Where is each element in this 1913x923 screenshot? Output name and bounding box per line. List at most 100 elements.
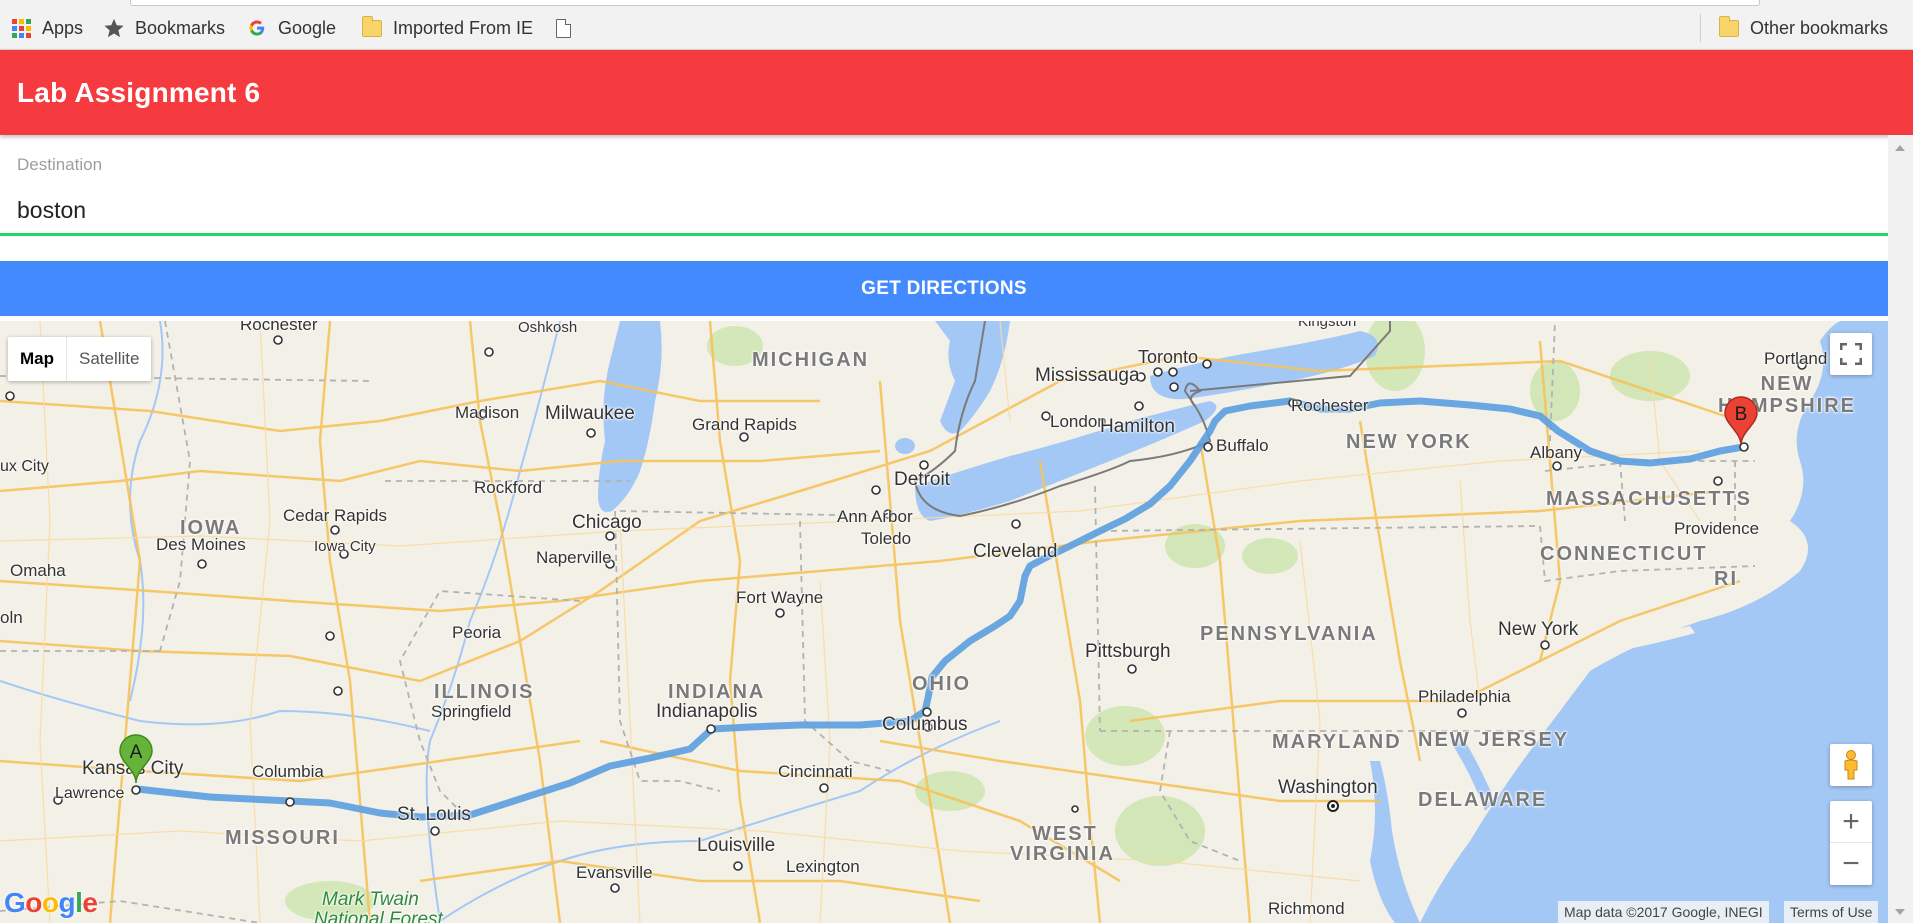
map-label: Cedar Rapids	[283, 506, 387, 525]
zoom-in-button[interactable]: +	[1830, 801, 1872, 843]
bookmark-other-bookmarks[interactable]: Other bookmarks	[1718, 15, 1889, 40]
bookmark-page[interactable]	[552, 16, 584, 40]
map-label: Rochester	[240, 321, 318, 334]
map-label: Cincinnati	[778, 762, 853, 781]
map-label: Lexington	[786, 857, 860, 876]
map-label: CONNECTICUT	[1540, 543, 1708, 565]
map-label: ILLINOIS	[434, 681, 535, 703]
map-label: Richmond	[1268, 899, 1345, 918]
google-g-icon	[246, 17, 268, 39]
map-label: Philadelphia	[1418, 687, 1511, 706]
bookmark-label: Bookmarks	[135, 17, 226, 38]
marker-letter: A	[129, 742, 143, 763]
map-label: Springfield	[431, 702, 512, 721]
map-label: London	[1050, 412, 1107, 431]
map-label: VIRGINIA	[1010, 843, 1115, 865]
map-label: New York	[1498, 619, 1579, 640]
destination-label: Destination	[17, 155, 103, 174]
map-label: RI	[1714, 568, 1738, 590]
bookmark-bookmarks[interactable]: Bookmarks	[103, 16, 225, 40]
bookmark-label: Apps	[42, 17, 84, 38]
end-marker[interactable]: B	[1724, 396, 1758, 446]
start-marker[interactable]: A	[119, 734, 153, 784]
bookmarks-separator	[1700, 14, 1701, 42]
fullscreen-button[interactable]	[1830, 333, 1872, 375]
map-label: Albany	[1530, 443, 1582, 462]
address-bar-edge[interactable]	[130, 0, 1760, 6]
map-label: Milwaukee	[545, 403, 635, 424]
map-label: Grand Rapids	[692, 415, 797, 434]
map-label: Oshkosh	[518, 321, 578, 336]
map-label: NEW JERSEY	[1418, 729, 1570, 751]
map-label: Toledo	[861, 529, 912, 548]
map-label: Cleveland	[973, 541, 1058, 562]
scroll-up-icon[interactable]	[1895, 145, 1905, 151]
bookmark-apps[interactable]: Apps	[10, 16, 83, 40]
map-label: MISSOURI	[225, 827, 340, 849]
map-label: Fort Wayne	[736, 588, 824, 607]
marker-letter: B	[1734, 404, 1748, 425]
map-label: Mississauga	[1035, 365, 1140, 386]
map-label: Columbia	[252, 762, 324, 781]
pegman-icon	[1844, 750, 1858, 780]
map-label: PENNSYLVANIA	[1200, 623, 1378, 645]
map-label: Providence	[1674, 519, 1760, 538]
map-label: DELAWARE	[1418, 789, 1548, 811]
google-logo[interactable]: Google	[4, 887, 98, 919]
get-directions-button[interactable]: GET DIRECTIONS	[0, 261, 1888, 316]
map-label: Des Moines	[156, 535, 246, 554]
map-label: Washington	[1278, 777, 1378, 798]
map-label: Hamilton	[1100, 416, 1175, 437]
folder-icon	[1718, 15, 1740, 39]
street-view-button[interactable]	[1830, 744, 1872, 786]
map-label: St. Louis	[397, 804, 471, 825]
bookmark-imported-from-ie[interactable]: Imported From IE	[361, 15, 533, 40]
map-attribution: Map data ©2017 Google, INEGI	[1558, 901, 1769, 923]
destination-input[interactable]	[0, 188, 1888, 236]
map-label: ux City	[0, 458, 49, 475]
map-label: Iowa City	[314, 538, 376, 555]
folder-icon	[361, 15, 383, 39]
page-scrollbar[interactable]	[1888, 135, 1913, 923]
map-label: OHIO	[912, 673, 972, 695]
map-label: Naperville	[536, 548, 612, 567]
map-label: Columbus	[882, 714, 968, 735]
map-label: Lawrence	[55, 785, 125, 802]
scroll-down-icon[interactable]	[1895, 909, 1905, 915]
bookmarks-bar: Apps Bookmarks Google Imported From IE O…	[0, 0, 1913, 50]
map-label: Buffalo	[1216, 436, 1269, 455]
map-type-control: Map Satellite	[8, 337, 152, 381]
map-type-satellite-button[interactable]: Satellite	[67, 337, 151, 381]
map-label: Louisville	[697, 835, 776, 856]
map-label: MICHIGAN	[752, 349, 870, 371]
map-label: Detroit	[894, 469, 950, 490]
map-label: Peoria	[452, 623, 502, 642]
map-label: Kingston	[1298, 321, 1357, 330]
star-icon	[103, 17, 125, 39]
map-label: Rochester	[1291, 396, 1369, 415]
page-icon	[552, 17, 574, 39]
map-label: National Forest	[314, 909, 443, 923]
zoom-out-button[interactable]: −	[1830, 843, 1872, 885]
bookmark-google[interactable]: Google	[246, 16, 336, 40]
map-label: Toronto	[1138, 347, 1199, 367]
map-label: MARYLAND	[1272, 731, 1402, 753]
map-label: Pittsburgh	[1085, 641, 1171, 662]
map-label: Portland	[1764, 349, 1828, 368]
bookmark-label: Google	[278, 17, 337, 38]
terms-of-use-link[interactable]: Terms of Use	[1784, 901, 1879, 923]
page-title: Lab Assignment 6	[17, 77, 261, 108]
map-view[interactable]: Rochester Oshkosh MICHIGAN Kingston Toro…	[0, 321, 1888, 923]
map-label: MASSACHUSETTS	[1546, 488, 1753, 510]
map-label: Ann Arbor	[837, 507, 913, 526]
app-header: Lab Assignment 6	[0, 50, 1913, 135]
bookmark-label: Other bookmarks	[1750, 17, 1889, 38]
map-label: Indianapolis	[656, 701, 758, 722]
map-label: NEW YORK	[1346, 431, 1472, 453]
map-label: Madison	[455, 403, 520, 422]
map-label: Omaha	[10, 561, 66, 580]
map-type-map-button[interactable]: Map	[8, 337, 67, 381]
map-label: Evansville	[576, 863, 653, 882]
map-label: Mark Twain	[322, 889, 419, 910]
zoom-control: + −	[1830, 801, 1872, 885]
